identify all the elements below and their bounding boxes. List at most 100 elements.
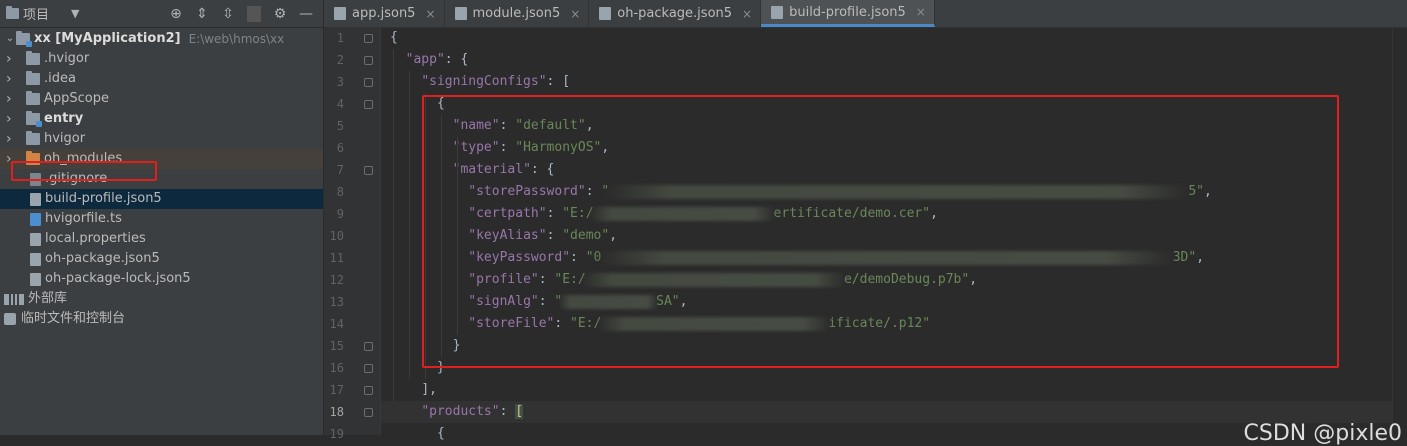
module-path: E:\web\hmos\xx bbox=[188, 32, 285, 46]
json-file-icon bbox=[454, 7, 467, 20]
tree-item[interactable]: › .idea bbox=[0, 69, 323, 89]
json-punctuation: [ bbox=[515, 404, 524, 419]
expand-all-icon[interactable]: ⇕ bbox=[195, 6, 209, 22]
file-icon bbox=[30, 232, 41, 246]
tree-item-label: 临时文件和控制台 bbox=[21, 311, 126, 326]
red-highlight-box-code bbox=[422, 95, 1339, 368]
line-number: 2 bbox=[336, 53, 344, 67]
tree-item[interactable]: › .hvigor bbox=[0, 49, 323, 69]
code-line[interactable]: "app": { bbox=[381, 49, 1407, 71]
toolbar-divider bbox=[247, 5, 261, 22]
chevron-down-icon[interactable]: ⌄ bbox=[4, 29, 16, 49]
typescript-file-icon bbox=[30, 212, 41, 226]
line-number: 3 bbox=[336, 75, 344, 89]
line-number: 7 bbox=[336, 163, 344, 177]
fold-marker-icon[interactable] bbox=[364, 166, 373, 175]
close-icon[interactable]: × bbox=[742, 7, 752, 21]
json-punctuation: : bbox=[499, 404, 516, 419]
chevron-right-icon[interactable]: › bbox=[6, 129, 26, 149]
folder-icon bbox=[26, 71, 40, 85]
fold-marker-icon[interactable] bbox=[364, 34, 373, 43]
folder-icon bbox=[16, 31, 32, 47]
tree-item-label: .idea bbox=[44, 71, 76, 86]
fold-marker-icon[interactable] bbox=[364, 364, 373, 373]
close-icon[interactable]: × bbox=[425, 7, 435, 21]
line-number: 15 bbox=[329, 339, 344, 353]
chevron-right-icon[interactable]: › bbox=[6, 89, 26, 109]
locate-icon[interactable]: ⊕ bbox=[169, 6, 183, 22]
fold-marker-icon[interactable] bbox=[364, 100, 373, 109]
chevron-right-icon[interactable]: › bbox=[6, 49, 26, 69]
watermark: CSDN @pixle0 bbox=[1243, 421, 1402, 446]
project-panel-header: 项目 ▼ ⊕ ⇕ ⇳ ⚙ — bbox=[0, 0, 323, 28]
tree-item[interactable]: oh-package-lock.json5 bbox=[0, 269, 323, 289]
chevron-right-icon[interactable]: › bbox=[6, 69, 26, 89]
hide-panel-icon[interactable]: — bbox=[299, 6, 313, 22]
collapse-all-icon[interactable]: ⇳ bbox=[221, 6, 235, 22]
scratch-icon bbox=[4, 313, 16, 325]
editor-scrollbar[interactable] bbox=[1392, 28, 1407, 435]
tab-label: module.json5 bbox=[472, 6, 561, 21]
code-line[interactable]: "products": [ bbox=[381, 401, 1407, 423]
tree-item[interactable]: 外部库 bbox=[0, 289, 323, 309]
editor-tab-bar: app.json5 × module.json5 × oh-package.json5 ×… bbox=[324, 0, 1407, 28]
tab-label: build-profile.json5 bbox=[789, 4, 906, 20]
red-highlight-box-file bbox=[11, 161, 157, 181]
project-view-selector[interactable]: 项目 ▼ bbox=[6, 4, 79, 23]
project-panel: 项目 ▼ ⊕ ⇕ ⇳ ⚙ — ⌄ xx [MyApplication2] E:\we… bbox=[0, 0, 323, 435]
line-number: 4 bbox=[336, 97, 344, 111]
tree-item-label: local.properties bbox=[45, 231, 146, 246]
json-file-icon bbox=[771, 5, 784, 19]
tree-item[interactable]: oh-package.json5 bbox=[0, 249, 323, 269]
fold-marker-icon[interactable] bbox=[364, 408, 373, 417]
close-icon[interactable]: × bbox=[570, 7, 580, 21]
chevron-right-icon[interactable]: › bbox=[6, 109, 26, 129]
line-number: 14 bbox=[329, 317, 344, 331]
json-key: "products" bbox=[421, 404, 500, 419]
fold-marker-icon[interactable] bbox=[364, 386, 373, 395]
fold-marker-icon[interactable] bbox=[364, 342, 373, 351]
code-line[interactable]: { bbox=[381, 27, 1407, 49]
code-line[interactable]: "signingConfigs": [ bbox=[381, 71, 1407, 93]
tree-item[interactable]: › AppScope bbox=[0, 89, 323, 109]
chevron-down-icon[interactable]: ▼ bbox=[71, 7, 79, 20]
tree-item-label: 外部库 bbox=[28, 291, 68, 306]
library-icon bbox=[4, 293, 24, 305]
tab-module-json5[interactable]: module.json5 × bbox=[445, 0, 590, 27]
json-file-icon bbox=[334, 7, 346, 20]
line-number: 6 bbox=[336, 141, 344, 155]
line-number: 8 bbox=[336, 185, 344, 199]
line-number: 11 bbox=[329, 251, 344, 265]
tab-app-json5[interactable]: app.json5 × bbox=[324, 0, 445, 27]
project-folder-icon bbox=[6, 6, 19, 19]
code-line[interactable]: ], bbox=[381, 379, 1407, 401]
ide-window: 项目 ▼ ⊕ ⇕ ⇳ ⚙ — ⌄ xx [MyApplication2] E:\we… bbox=[0, 0, 1407, 446]
tree-item[interactable]: local.properties bbox=[0, 229, 323, 249]
tree-item[interactable]: build-profile.json5 bbox=[0, 189, 323, 209]
tree-item-label: hvigorfile.ts bbox=[45, 211, 122, 226]
tab-build-profile-json5[interactable]: build-profile.json5 × bbox=[761, 0, 935, 27]
tree-item[interactable]: › hvigor bbox=[0, 129, 323, 149]
tree-item[interactable]: ⌄ xx [MyApplication2] E:\web\hmos\xx bbox=[0, 29, 323, 49]
tree-item[interactable]: 临时文件和控制台 bbox=[0, 309, 323, 329]
line-number: 13 bbox=[329, 295, 344, 309]
json-punctuation: { bbox=[390, 30, 398, 45]
line-number-gutter: 1 2 3 4 5 6 7 8 9 10 11 12 13 14 15 16 17 18 19 bbox=[324, 28, 381, 441]
indent-guide bbox=[393, 49, 394, 401]
json-key: "signingConfigs" bbox=[421, 74, 547, 89]
tab-oh-package-json5[interactable]: oh-package.json5 × bbox=[589, 0, 762, 27]
json-punctuation: : [ bbox=[546, 74, 571, 89]
tree-item[interactable]: hvigorfile.ts bbox=[0, 209, 323, 229]
tree-item-label: entry bbox=[44, 111, 84, 126]
gear-icon[interactable]: ⚙ bbox=[273, 6, 287, 22]
close-icon[interactable]: × bbox=[916, 5, 926, 19]
tree-item[interactable]: › entry bbox=[0, 109, 323, 129]
code-editor[interactable]: 1 2 3 4 5 6 7 8 9 10 11 12 13 14 15 16 17 18 19 { "product… bbox=[324, 27, 1407, 446]
tree-item-label: oh-package-lock.json5 bbox=[45, 271, 191, 286]
line-number: 1 bbox=[336, 31, 344, 45]
line-number: 12 bbox=[329, 273, 344, 287]
fold-marker-icon[interactable] bbox=[364, 78, 373, 87]
fold-marker-icon[interactable] bbox=[364, 56, 373, 65]
